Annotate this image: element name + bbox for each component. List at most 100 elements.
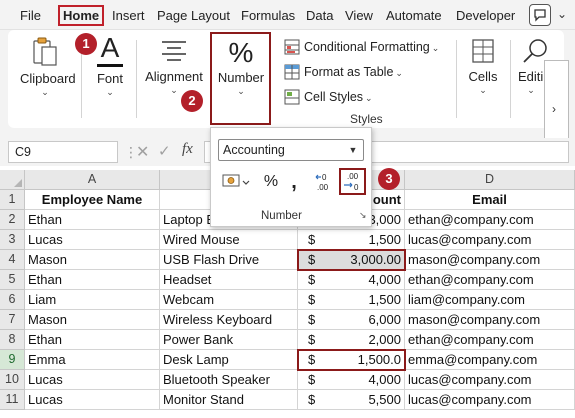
cancel-icon[interactable]: ✕ — [136, 142, 149, 162]
row-header[interactable]: 10 — [0, 370, 25, 390]
row-header[interactable]: 4 — [0, 250, 25, 270]
font-label: Font — [96, 71, 123, 86]
conditional-formatting-chevron-icon: ⌄ — [431, 43, 440, 53]
cell-styles-label: Cell Styles — [304, 90, 364, 104]
amount-cell[interactable]: $2,000 — [298, 330, 405, 350]
email-cell[interactable]: mason@company.com — [405, 310, 575, 330]
employee-name-cell[interactable]: Ethan — [25, 330, 160, 350]
amount-cell[interactable]: $5,500 — [298, 390, 405, 410]
conditional-formatting-label: Conditional Formatting — [304, 40, 430, 54]
amount-cell[interactable]: $6,000 — [298, 310, 405, 330]
insert-function-icon[interactable]: fx — [182, 141, 193, 158]
align-center-icon — [162, 41, 186, 61]
product-cell[interactable]: Bluetooth Speaker — [160, 370, 298, 390]
percent-style-button[interactable]: % — [261, 171, 281, 193]
menu-data[interactable]: Data — [306, 5, 333, 26]
format-as-table-button[interactable]: Format as Table ⌄ — [284, 63, 403, 81]
cells-label: Cells — [468, 69, 498, 84]
chevron-right-icon: › — [552, 102, 556, 116]
employee-name-cell[interactable]: Liam — [25, 290, 160, 310]
product-cell[interactable]: Monitor Stand — [160, 390, 298, 410]
column-header-d[interactable]: D — [405, 170, 575, 190]
employee-name-cell[interactable]: Lucas — [25, 390, 160, 410]
employee-name-cell[interactable]: Ethan — [25, 210, 160, 230]
email-cell[interactable]: ethan@company.com — [405, 330, 575, 350]
row-header[interactable]: 6 — [0, 290, 25, 310]
email-cell[interactable]: lucas@company.com — [405, 230, 575, 250]
increase-decimal-button[interactable]: .00 0 — [339, 168, 366, 195]
svg-text:0: 0 — [354, 183, 359, 192]
cells-button[interactable]: Cells ⌄ — [463, 36, 503, 96]
product-cell[interactable]: Webcam — [160, 290, 298, 310]
clipboard-icon — [33, 37, 57, 66]
currency-symbol: $ — [308, 292, 316, 307]
amount-cell[interactable]: $4,000 — [298, 270, 405, 290]
menu-insert[interactable]: Insert — [112, 5, 145, 26]
menu-view[interactable]: View — [345, 5, 373, 26]
amount-value: 6,000 — [368, 312, 401, 327]
currency-symbol: $ — [308, 232, 316, 247]
row-header[interactable]: 7 — [0, 310, 25, 330]
header-cell[interactable]: Email — [405, 190, 575, 210]
number-format-select[interactable]: Accounting ▼ — [218, 139, 364, 161]
email-cell[interactable]: ethan@company.com — [405, 270, 575, 290]
amount-cell[interactable]: $1,500 — [298, 230, 405, 250]
alignment-button[interactable]: Alignment ⌄ — [142, 36, 206, 96]
row-header[interactable]: 11 — [0, 390, 25, 410]
format-as-table-label: Format as Table — [304, 65, 394, 79]
decrease-decimal-button[interactable]: 0 .00 — [313, 171, 335, 193]
email-cell[interactable]: liam@company.com — [405, 290, 575, 310]
menu-home[interactable]: Home — [58, 5, 105, 26]
product-cell[interactable]: Wired Mouse — [160, 230, 298, 250]
email-cell[interactable]: lucas@company.com — [405, 370, 575, 390]
comma-style-button[interactable]: , — [287, 171, 301, 193]
menu-developer[interactable]: Developer — [456, 5, 515, 26]
employee-name-cell[interactable]: Mason — [25, 310, 160, 330]
clipboard-button[interactable]: Clipboard ⌄ — [20, 36, 76, 98]
product-cell[interactable]: USB Flash Drive — [160, 250, 298, 270]
product-cell[interactable]: Power Bank — [160, 330, 298, 350]
enter-check-icon[interactable]: ✓ — [158, 142, 171, 160]
product-cell[interactable]: Headset — [160, 270, 298, 290]
email-cell[interactable]: lucas@company.com — [405, 390, 575, 410]
row-header[interactable]: 9 — [0, 350, 25, 370]
menu-file[interactable]: File — [20, 5, 41, 26]
menu-automate[interactable]: Automate — [386, 5, 442, 26]
name-box[interactable]: C9 — [8, 141, 118, 163]
dialog-launcher-icon[interactable]: ↘ — [359, 210, 367, 221]
amount-cell[interactable]: $1,500.0 — [298, 350, 405, 370]
amount-cell[interactable]: $1,500 — [298, 290, 405, 310]
email-cell[interactable]: ethan@company.com — [405, 210, 575, 230]
number-group-label: Number — [261, 210, 302, 222]
number-format-value: Accounting — [223, 143, 285, 157]
email-cell[interactable]: mason@company.com — [405, 250, 575, 270]
cell-styles-button[interactable]: Cell Styles ⌄ — [284, 88, 373, 106]
ribbon-collapse-chevron-icon[interactable]: ⌄ — [557, 7, 567, 21]
product-cell[interactable]: Desk Lamp — [160, 350, 298, 370]
styles-group-label: Styles — [350, 112, 383, 126]
row-header[interactable]: 1 — [0, 190, 25, 210]
select-all-button[interactable] — [0, 170, 25, 190]
amount-value: 1,500 — [368, 292, 401, 307]
product-cell[interactable]: Wireless Keyboard — [160, 310, 298, 330]
row-header[interactable]: 5 — [0, 270, 25, 290]
column-header-a[interactable]: A — [25, 170, 160, 190]
alignment-label: Alignment — [145, 69, 203, 84]
header-cell[interactable]: Employee Name — [25, 190, 160, 210]
menu-formulas[interactable]: Formulas — [241, 5, 295, 26]
comments-button[interactable] — [529, 4, 551, 26]
employee-name-cell[interactable]: Emma — [25, 350, 160, 370]
row-header[interactable]: 8 — [0, 330, 25, 350]
menu-page-layout[interactable]: Page Layout — [157, 5, 230, 26]
amount-cell[interactable]: $3,000.00 — [298, 250, 405, 270]
amount-cell[interactable]: $4,000 — [298, 370, 405, 390]
conditional-formatting-button[interactable]: Conditional Formatting ⌄ — [284, 38, 439, 56]
employee-name-cell[interactable]: Ethan — [25, 270, 160, 290]
employee-name-cell[interactable]: Mason — [25, 250, 160, 270]
row-header[interactable]: 3 — [0, 230, 25, 250]
employee-name-cell[interactable]: Lucas — [25, 370, 160, 390]
email-cell[interactable]: emma@company.com — [405, 350, 575, 370]
employee-name-cell[interactable]: Lucas — [25, 230, 160, 250]
row-header[interactable]: 2 — [0, 210, 25, 230]
accounting-format-button[interactable] — [220, 171, 252, 193]
